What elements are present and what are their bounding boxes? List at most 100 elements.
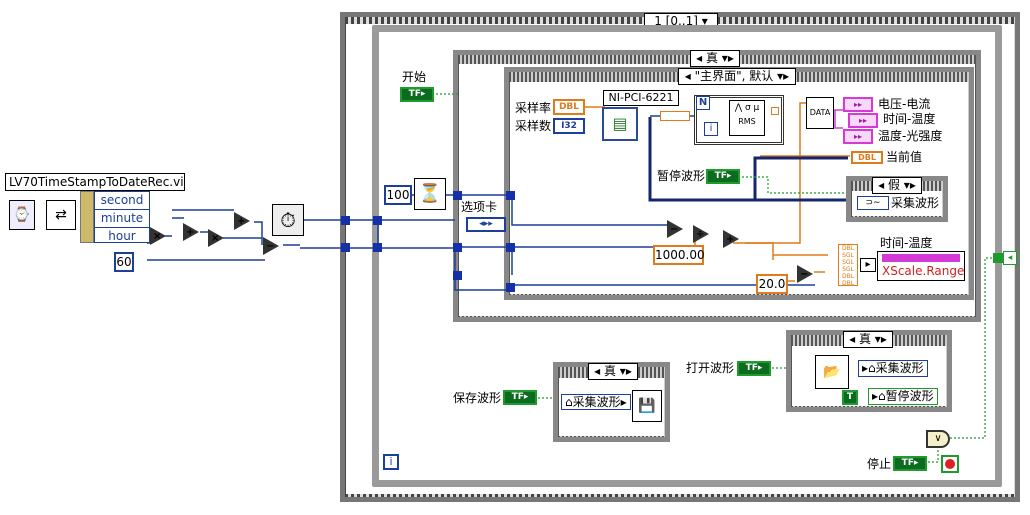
multiply-symbol-1: × bbox=[153, 231, 162, 242]
true-constant[interactable]: T bbox=[842, 390, 858, 405]
stop-label: 停止 bbox=[867, 457, 892, 471]
pause-wave-open-text: 暂停波形 bbox=[885, 389, 934, 403]
index-tunnel bbox=[771, 107, 779, 115]
start-tf-text: TF bbox=[408, 89, 421, 99]
acq-wave-save-text: 采集波形 bbox=[572, 395, 621, 409]
temp-light-terminal[interactable]: ▸▸ bbox=[843, 129, 873, 144]
sequence-tunnel-right bbox=[993, 253, 1003, 263]
tunnel-5 bbox=[453, 191, 462, 200]
time-temp-prop-label: 时间-温度 bbox=[880, 236, 933, 250]
rms-icon-graphic: ⋀ σ μ bbox=[734, 103, 760, 113]
tunnel-4 bbox=[373, 243, 382, 252]
pause-wave-tf-text: TF bbox=[714, 171, 727, 181]
for-loop-count-text: N bbox=[698, 97, 708, 108]
acq-wave-label: 采集波形 bbox=[891, 196, 940, 210]
constant-60-text: 60 bbox=[116, 255, 132, 269]
tick-count-icon: ⏱ bbox=[272, 204, 304, 236]
sample-count-label: 采样数 bbox=[515, 119, 552, 133]
sample-count-terminal[interactable]: I32 bbox=[553, 118, 585, 134]
tunnel-7 bbox=[453, 271, 462, 280]
bundle-dbl-sgl[interactable]: DBL SGL SGL SGL DBL DBL bbox=[838, 244, 858, 287]
case-open-label: 真 bbox=[858, 332, 871, 346]
tunnel-6 bbox=[453, 243, 462, 252]
output-hour: hour bbox=[108, 229, 136, 243]
pause-wave-open-ref[interactable]: ▸⌂暂停波形 bbox=[868, 388, 938, 405]
add-symbol-3: + bbox=[726, 234, 735, 245]
open-wave-file-icon[interactable]: 📂 bbox=[815, 355, 849, 389]
dbl-array-indicator bbox=[660, 111, 690, 121]
case-save-label: 真 bbox=[603, 364, 616, 378]
current-value-type: DBL bbox=[858, 153, 876, 162]
open-wave-label: 打开波形 bbox=[686, 361, 735, 375]
tunnel-10 bbox=[506, 283, 515, 292]
conditional-terminal[interactable] bbox=[941, 455, 959, 473]
case-pause-label: 假 bbox=[887, 178, 900, 192]
temp-light-label: 温度-光强度 bbox=[878, 129, 943, 143]
acq-wave-ref-terminal[interactable]: ⊃∼ bbox=[857, 196, 889, 210]
or-gate-node[interactable]: ∨ bbox=[926, 430, 950, 448]
start-button-terminal[interactable]: TF▸ bbox=[400, 87, 434, 102]
rms-icon-label: RMS bbox=[738, 117, 756, 126]
case-open-selector[interactable]: ◂ 真 ▾▸ bbox=[843, 331, 893, 348]
sample-rate-terminal[interactable]: DBL bbox=[553, 99, 585, 115]
add-symbol-2: + bbox=[237, 216, 246, 227]
bundle-output-arrow: ▸ bbox=[860, 258, 876, 272]
constant-1000[interactable]: 1000.00 bbox=[653, 245, 705, 265]
output-second: second bbox=[95, 192, 149, 210]
unbundle-outputs: second minute hour bbox=[94, 191, 150, 243]
sample-count-type: I32 bbox=[561, 121, 577, 131]
subtract-symbol-1: − bbox=[266, 241, 275, 252]
tunnel-9 bbox=[506, 243, 515, 252]
tunnel-1 bbox=[341, 216, 350, 225]
save-wave-file-icon[interactable]: 💾 bbox=[632, 390, 662, 422]
tab-label: 选项卡 bbox=[461, 200, 498, 214]
subtract-symbol-2: − bbox=[670, 224, 679, 235]
xscale-range-label: XScale.Range bbox=[882, 264, 965, 278]
for-loop-iteration: i bbox=[704, 122, 718, 136]
time-temp-terminal[interactable]: ▸▸ bbox=[848, 113, 878, 128]
multiply-symbol-2: × bbox=[211, 233, 220, 244]
daq-device-label: NI-PCI-6221 bbox=[603, 90, 679, 106]
save-wave-terminal[interactable]: TF▸ bbox=[503, 390, 537, 405]
pause-wave-terminal[interactable]: TF▸ bbox=[706, 169, 740, 184]
rms-icon[interactable]: ⋀ σ μ RMS bbox=[729, 100, 765, 136]
tunnel-2 bbox=[341, 243, 350, 252]
pause-wave-label: 暂停波形 bbox=[657, 169, 706, 183]
acq-wave-open-ref[interactable]: ▸⌂采集波形 bbox=[858, 360, 928, 377]
time-temp-prop-header bbox=[882, 254, 960, 262]
daq-device-text: NI-PCI-6221 bbox=[608, 91, 674, 104]
tab-control-terminal[interactable]: ◂▸▸ bbox=[466, 217, 506, 232]
open-wave-terminal[interactable]: TF▸ bbox=[737, 361, 771, 376]
data-bundle-text: DATA bbox=[809, 108, 831, 117]
time-temp-prop-node[interactable]: XScale.Range bbox=[877, 251, 965, 281]
stop-sign-icon bbox=[945, 459, 955, 469]
subtract-symbol-3: − bbox=[800, 269, 809, 280]
current-value-terminal[interactable]: DBL bbox=[851, 151, 883, 164]
wait-ms-icon: ⏳ bbox=[414, 178, 446, 210]
add-symbol-1: + bbox=[186, 227, 195, 238]
sample-rate-label: 采样率 bbox=[515, 101, 552, 115]
case-save-selector[interactable]: ◂ 真 ▾▸ bbox=[588, 363, 638, 380]
divide-symbol: ÷ bbox=[696, 229, 705, 240]
unbundle-cluster bbox=[80, 191, 94, 243]
save-wave-tf-text: TF bbox=[511, 392, 524, 402]
for-loop-iteration-text: i bbox=[709, 123, 713, 134]
constant-20[interactable]: 20.0 bbox=[756, 274, 788, 294]
constant-1000-text: 1000.00 bbox=[655, 248, 705, 262]
tunnel-3 bbox=[373, 216, 382, 225]
voltage-current-label: 电压-电流 bbox=[878, 97, 931, 111]
constant-60[interactable]: 60 bbox=[114, 252, 134, 272]
case-pause-selector[interactable]: ◂ 假 ▾▸ bbox=[872, 177, 922, 194]
constant-100-text: 100 bbox=[386, 188, 410, 202]
daq-assistant-icon[interactable]: ▤ bbox=[602, 107, 638, 141]
subvi-title-text: LV70TimeStampToDateRec.vi bbox=[9, 175, 184, 189]
constant-20-text: 20.0 bbox=[758, 277, 786, 291]
data-bundle-node[interactable]: DATA bbox=[806, 97, 834, 129]
constant-100[interactable]: 100 bbox=[384, 185, 412, 205]
voltage-current-terminal[interactable]: ▸▸ bbox=[843, 97, 873, 112]
sequence-local-right: ◂ bbox=[1003, 251, 1017, 265]
stop-terminal[interactable]: TF▸ bbox=[893, 456, 927, 471]
acq-wave-save-ref[interactable]: ⌂采集波形▸ bbox=[561, 394, 631, 410]
start-label: 开始 bbox=[402, 70, 427, 84]
timestamp-convert-icon: ⇄ bbox=[46, 200, 76, 230]
